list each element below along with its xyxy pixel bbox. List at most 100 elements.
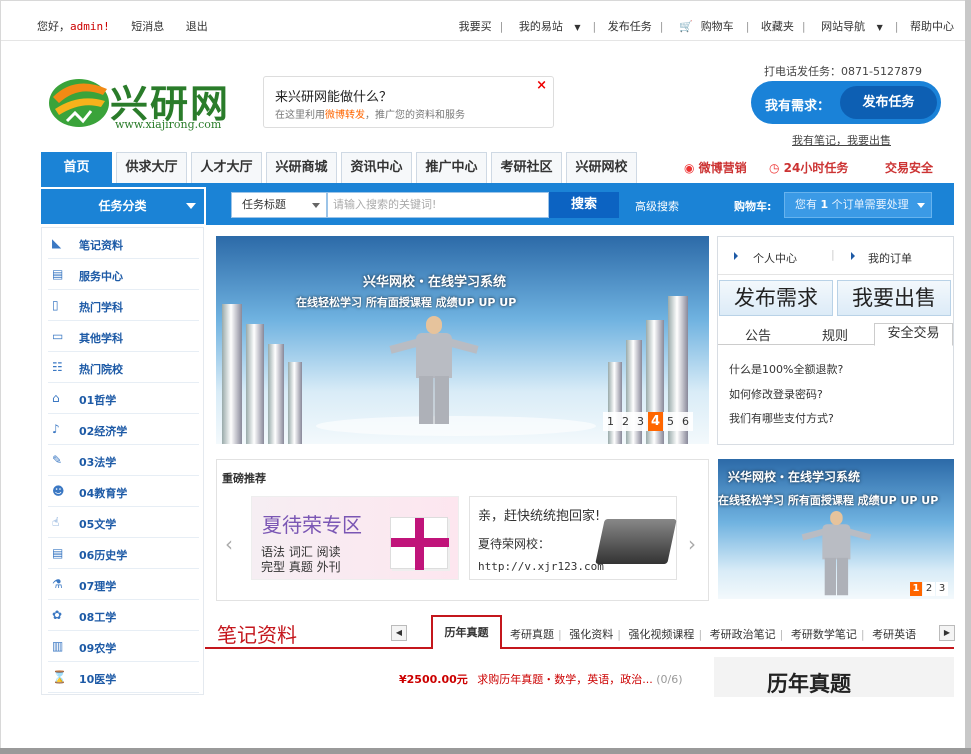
main-banner[interactable]: 兴华网校・在线学习系统 在线轻松学习 所有面授课程 成绩UP UP UP 1 2… [216,236,709,444]
section-tab[interactable]: 考研数学笔记 [791,628,857,641]
greeting: 您好， [37,20,70,33]
link-site-nav[interactable]: 网站导航 ▼ [813,20,891,33]
category-item[interactable]: ✎ 03法学 [48,445,199,476]
recommend-ad-xiadairong[interactable]: 夏待荣专区 语法 词汇 阅读 完型 真题 外刊 [251,496,459,580]
banner-arrow-decoration [222,304,242,444]
category-item[interactable]: ▤ 服务中心 [48,259,199,290]
banner-page-button[interactable]: 1 [603,412,618,431]
tab-talent[interactable]: 人才大厅 [191,152,262,183]
category-item[interactable]: ♪ 02经济学 [48,414,199,445]
chevron-left-icon[interactable]: ‹ [225,532,233,556]
weibo-marketing-link[interactable]: ◉ 微博营销 [684,159,747,176]
banner-pager: 1 2 3 4 5 6 [603,412,693,431]
user-center-link[interactable]: 个人中心 [753,250,797,266]
category-item[interactable]: ▯ 热门学科 [48,290,199,321]
category-item[interactable]: ⌂ 01哲学 [48,383,199,414]
link-favorites[interactable]: 收藏夹 [757,20,798,33]
search-type-select[interactable]: 任务标题 [231,192,327,218]
category-list: ◣ 笔记资料 ▤ 服务中心 ▯ 热门学科 ▭ 其他学科 ☷ 热门院校 ⌂ 01哲学 ♪ 02经… [41,227,204,695]
banner-page-button[interactable]: 5 [663,412,678,431]
side-banner-page-button[interactable]: 2 [923,582,935,596]
section-tab[interactable]: 考研政治笔记 [710,628,776,641]
window-shadow-right [965,0,971,754]
cart-dropdown[interactable]: 您有 1 个订单需要处理 [784,192,932,218]
promo-sub-pre: 在这里利用 [275,110,325,121]
category-item[interactable]: ⌛ 10医学 [48,662,199,693]
site-logo[interactable]: 兴研网 www.xiajirong.com [45,71,240,137]
category-item[interactable]: ▭ 其他学科 [48,321,199,352]
ad2-line2: 夏待荣网校： [478,537,551,551]
category-dropdown[interactable]: 任务分类 [41,189,204,224]
category-label: 06历史学 [79,549,128,562]
24h-task-link[interactable]: ◷ 24小时任务 [769,159,848,176]
tab-notice[interactable]: 公告 [745,325,771,344]
tab-mall[interactable]: 兴研商城 [266,152,337,183]
category-label: 01哲学 [79,394,117,407]
side-banner[interactable]: 兴华网校・在线学习系统 在线轻松学习 所有面授课程 成绩UP UP UP 1 2… [718,459,954,599]
category-label: 热门学科 [79,301,123,314]
category-item[interactable]: ✿ 08工学 [48,600,199,631]
category-item[interactable]: ▥ 09农学 [48,631,199,662]
banner-arrow-decoration [246,324,264,444]
past-exams-panel: 历年真题 [714,657,954,697]
section-tab[interactable]: 强化资料 [569,628,613,641]
school-icon: ☷ [52,360,63,374]
search-button[interactable]: 搜索 [549,192,619,218]
sell-button[interactable]: 我要出售 [837,280,951,316]
category-item[interactable]: ☝ 05文学 [48,507,199,538]
search-input[interactable]: 请输入搜索的关键词! [327,192,549,218]
recommend-ad-school[interactable]: 亲，赶快统统抱回家! 夏待荣网校： http://v.xjr123.com [469,496,677,580]
messages-link[interactable]: 短消息 [131,20,164,33]
promo-subtitle: 在这里利用微博转发，推广您的资料和服务 [275,106,465,121]
category-item[interactable]: ⚗ 07理学 [48,569,199,600]
faq-link[interactable]: 如何修改登录密码? [729,386,823,402]
side-banner-subtitle: 在线轻松学习 所有面授课程 成绩UP UP UP [718,494,939,507]
side-banner-page-button[interactable]: 3 [936,582,948,596]
triangle-right-icon [851,252,855,260]
publish-demand-button[interactable]: 发布需求 [719,280,833,316]
tab-safe-trade[interactable]: 安全交易 [874,323,953,346]
section-tab[interactable]: 强化视频课程 [628,628,694,641]
tab-supply-demand[interactable]: 供求大厅 [116,152,187,183]
banner-page-button[interactable]: 2 [618,412,633,431]
link-buy[interactable]: 我要买 [455,20,496,33]
advanced-search-link[interactable]: 高级搜索 [635,198,679,214]
tabs-next-icon[interactable]: ▶ [939,625,955,641]
close-icon[interactable]: × [536,78,547,93]
banner-page-button-active[interactable]: 4 [648,412,663,431]
username-link[interactable]: admin! [70,20,110,33]
link-help[interactable]: 帮助中心 [906,20,958,33]
tab-news[interactable]: 资讯中心 [341,152,412,183]
link-cart[interactable]: 🛒 购物车 [671,20,742,33]
banner-page-button[interactable]: 6 [678,412,693,431]
tab-past-exams[interactable]: 历年真题 [431,615,502,649]
chevron-right-icon[interactable]: › [688,532,696,556]
sell-notes-link[interactable]: 我有笔记，我要出售 [792,132,891,148]
category-item[interactable]: ◣ 笔记资料 [48,228,199,259]
promo-weibo-link[interactable]: 微博转发 [325,110,365,121]
publish-task-button[interactable]: 发布任务 [840,86,937,119]
section-tab[interactable]: 考研英语 [872,628,916,641]
category-item[interactable]: ☷ 热门院校 [48,352,199,383]
logo-url: www.xiajirong.com [115,118,222,131]
faq-link[interactable]: 我们有哪些支付方式? [729,410,834,426]
link-my-site[interactable]: 我的易站 ▼ [511,20,589,33]
logout-link[interactable]: 退出 [186,20,208,33]
category-item[interactable]: ▤ 06历史学 [48,538,199,569]
tab-promotion[interactable]: 推广中心 [416,152,487,183]
side-banner-page-button-active[interactable]: 1 [910,582,922,596]
tab-community[interactable]: 考研社区 [491,152,562,183]
task-list-item[interactable]: ¥2500.00元 求购历年真题・数学，英语，政治... (0/6) [399,671,683,687]
banner-page-button[interactable]: 3 [633,412,648,431]
tab-rules[interactable]: 规则 [822,325,848,344]
trade-safety-link[interactable]: 交易安全 [885,159,933,176]
category-item[interactable]: ☻ 04教育学 [48,476,199,507]
tabs-prev-icon[interactable]: ◀ [391,625,407,641]
tab-home[interactable]: 首页 [41,152,112,183]
my-orders-link[interactable]: 我的订单 [868,250,912,266]
faq-link[interactable]: 什么是100%全额退款? [729,361,843,377]
link-publish-task[interactable]: 发布任务 [604,20,656,33]
recommend-box: 重磅推荐 ‹ › 夏待荣专区 语法 词汇 阅读 完型 真题 外刊 亲，赶快统统抱回… [216,459,709,601]
tab-school[interactable]: 兴研网校 [566,152,637,183]
section-tab[interactable]: 考研真题 [510,628,554,641]
